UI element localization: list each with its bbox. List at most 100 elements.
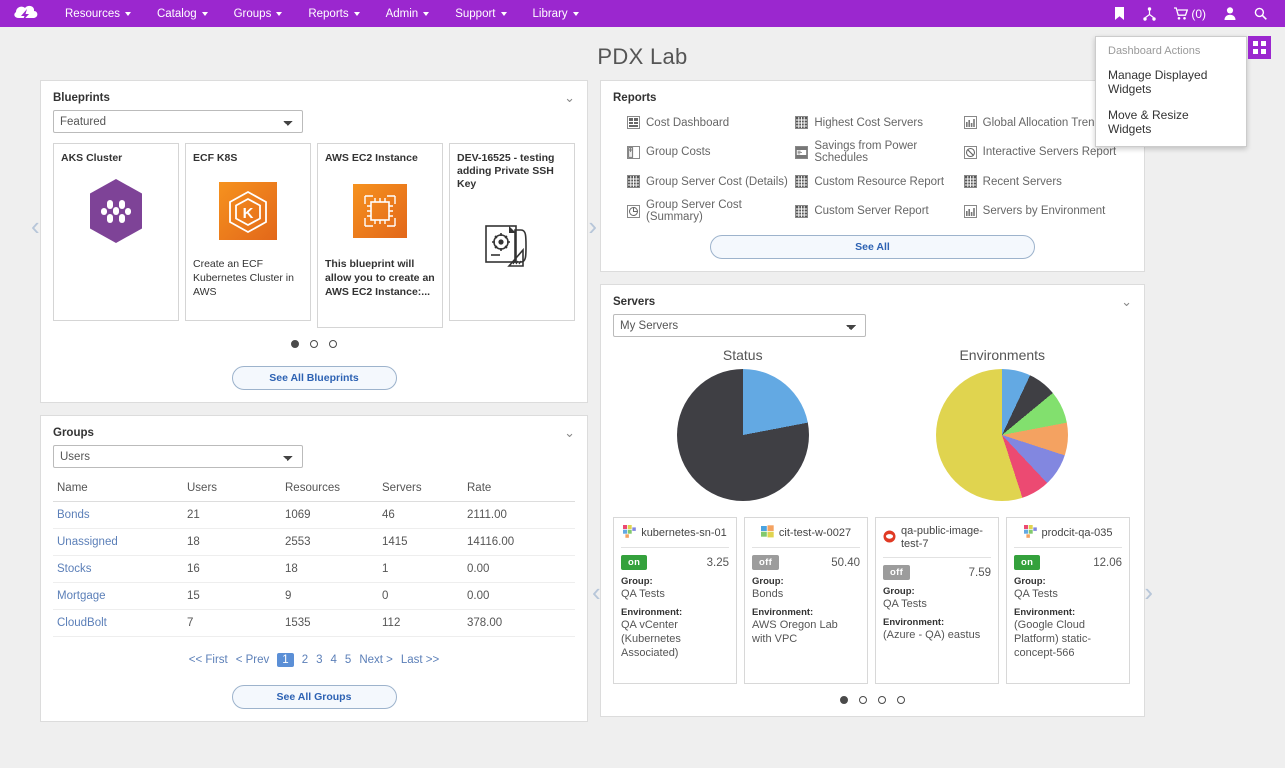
server-card[interactable]: kubernetes-sn-01 on 3.25 Group: QA Tests… bbox=[613, 517, 737, 684]
group-name-cell[interactable]: Mortgage bbox=[53, 583, 183, 610]
cloudbolt-logo[interactable] bbox=[0, 4, 52, 24]
blueprint-card[interactable]: ECF K8S K Create an ECF Kuber bbox=[185, 143, 311, 321]
menu-item-move-resize-widgets[interactable]: Move & Resize Widgets bbox=[1096, 102, 1246, 142]
group-name-cell[interactable]: CloudBolt bbox=[53, 610, 183, 637]
group-resources-cell: 9 bbox=[281, 583, 378, 610]
see-all-blueprints-button[interactable]: See All Blueprints bbox=[232, 366, 397, 390]
collapse-chevron-icon[interactable]: ⌄ bbox=[564, 91, 575, 104]
group-link[interactable]: CloudBolt bbox=[57, 617, 107, 629]
reports-grid: Cost Dashboard Highest Cost Servers Glob… bbox=[613, 116, 1132, 223]
report-link-recent-servers[interactable]: Recent Servers bbox=[964, 175, 1132, 188]
pager-last[interactable]: Last >> bbox=[401, 654, 439, 666]
bookmark-icon[interactable] bbox=[1106, 0, 1133, 27]
table-row: CloudBolt 7 1535 112 378.00 bbox=[53, 610, 575, 637]
servers-prev-arrow[interactable]: ‹ bbox=[592, 579, 601, 605]
pager-page-4[interactable]: 4 bbox=[331, 654, 337, 666]
report-link-group-costs[interactable]: Group Costs bbox=[627, 140, 795, 164]
blueprint-card[interactable]: DEV-16525 - testing adding Private SSH K… bbox=[449, 143, 575, 321]
report-link-cost-dashboard[interactable]: Cost Dashboard bbox=[627, 116, 795, 129]
report-label: Servers by Environment bbox=[983, 205, 1106, 217]
carousel-dot[interactable] bbox=[310, 340, 318, 348]
chevron-down-icon bbox=[501, 12, 507, 16]
server-card[interactable]: prodcit-qa-035 on 12.06 Group: QA Tests … bbox=[1006, 517, 1130, 684]
group-name-cell[interactable]: Bonds bbox=[53, 502, 183, 529]
pager-first[interactable]: << First bbox=[189, 654, 228, 666]
blueprint-card[interactable]: AWS EC2 Instance bbox=[317, 143, 443, 328]
group-resources-cell: 18 bbox=[281, 556, 378, 583]
carousel-dot[interactable] bbox=[840, 696, 848, 704]
carousel-dot[interactable] bbox=[859, 696, 867, 704]
blueprints-filter-select[interactable]: Featured bbox=[53, 110, 303, 133]
group-name-cell[interactable]: Stocks bbox=[53, 556, 183, 583]
servers-filter-select[interactable]: My Servers bbox=[613, 314, 866, 337]
collapse-chevron-icon[interactable]: ⌄ bbox=[564, 426, 575, 439]
servers-next-arrow[interactable]: › bbox=[1144, 579, 1153, 605]
widget-grid-button[interactable] bbox=[1248, 36, 1271, 59]
cart-icon[interactable]: (0) bbox=[1166, 0, 1214, 27]
nav-item-catalog[interactable]: Catalog bbox=[144, 0, 221, 27]
pager-page-1[interactable]: 1 bbox=[277, 653, 293, 667]
groups-widget: Groups ⌄ Users Name Users Resources Serv… bbox=[40, 415, 588, 722]
pager-page-5[interactable]: 5 bbox=[345, 654, 351, 666]
nav-item-resources[interactable]: Resources bbox=[52, 0, 144, 27]
group-link[interactable]: Stocks bbox=[57, 563, 92, 575]
carousel-dot[interactable] bbox=[878, 696, 886, 704]
pager-page-3[interactable]: 3 bbox=[316, 654, 322, 666]
see-all-reports-button[interactable]: See All bbox=[710, 235, 1035, 259]
nav-label: Support bbox=[455, 8, 495, 20]
nav-item-library[interactable]: Library bbox=[520, 0, 592, 27]
group-servers-cell: 1415 bbox=[378, 529, 463, 556]
nav-item-reports[interactable]: Reports bbox=[295, 0, 372, 27]
blueprint-card[interactable]: AKS Cluster bbox=[53, 143, 179, 321]
user-icon[interactable] bbox=[1216, 0, 1244, 27]
servers-title: Servers bbox=[613, 296, 655, 308]
report-link-group-server-cost-details[interactable]: Group Server Cost (Details) bbox=[627, 175, 795, 188]
group-link[interactable]: Bonds bbox=[57, 509, 90, 521]
blueprints-prev-arrow[interactable]: ‹ bbox=[31, 213, 40, 239]
orchestration-icon[interactable] bbox=[1135, 0, 1164, 27]
column-header-rate: Rate bbox=[463, 478, 575, 502]
group-link[interactable]: Mortgage bbox=[57, 590, 106, 602]
carousel-dot[interactable] bbox=[329, 340, 337, 348]
column-header-users: Users bbox=[183, 478, 281, 502]
see-all-groups-button[interactable]: See All Groups bbox=[232, 685, 397, 709]
pager-prev[interactable]: < Prev bbox=[236, 654, 270, 666]
search-icon[interactable] bbox=[1246, 0, 1275, 27]
pager-page-2[interactable]: 2 bbox=[302, 654, 308, 666]
carousel-dot[interactable] bbox=[291, 340, 299, 348]
nav-item-groups[interactable]: Groups bbox=[221, 0, 296, 27]
server-card[interactable]: qa-public-image-test-7 off 7.59 Group: Q… bbox=[875, 517, 999, 684]
blueprints-next-arrow[interactable]: › bbox=[588, 213, 597, 239]
nav-label: Resources bbox=[65, 8, 120, 20]
blueprint-doc-icon bbox=[457, 209, 567, 285]
server-status-row: off 50.40 bbox=[752, 555, 860, 570]
report-link-group-server-cost-summary[interactable]: Group Server Cost (Summary) bbox=[627, 199, 795, 223]
groups-filter-select[interactable]: Users bbox=[53, 445, 303, 468]
blueprints-header: Blueprints ⌄ bbox=[41, 81, 587, 110]
server-card[interactable]: cit-test-w-0027 off 50.40 Group: Bonds E… bbox=[744, 517, 868, 684]
blueprints-title: Blueprints bbox=[53, 92, 110, 104]
groups-pagination: << First < Prev 1 2 3 4 5 Next > Last >> bbox=[53, 653, 575, 667]
collapse-chevron-icon[interactable]: ⌄ bbox=[1121, 295, 1132, 308]
environments-pie-chart: Environments bbox=[873, 347, 1133, 501]
group-rate-cell: 378.00 bbox=[463, 610, 575, 637]
report-link-savings-from-power-schedules[interactable]: Savings from Power Schedules bbox=[795, 140, 963, 164]
nav-item-support[interactable]: Support bbox=[442, 0, 519, 27]
group-users-cell: 21 bbox=[183, 502, 281, 529]
reports-title: Reports bbox=[613, 92, 656, 104]
nav-item-admin[interactable]: Admin bbox=[373, 0, 443, 27]
carousel-dot[interactable] bbox=[897, 696, 905, 704]
pager-next[interactable]: Next > bbox=[359, 654, 393, 666]
group-link[interactable]: Unassigned bbox=[57, 536, 118, 548]
group-name-cell[interactable]: Unassigned bbox=[53, 529, 183, 556]
report-link-custom-server-report[interactable]: Custom Server Report bbox=[795, 199, 963, 223]
column-header-name: Name bbox=[53, 478, 183, 502]
report-link-servers-by-environment[interactable]: Servers by Environment bbox=[964, 199, 1132, 223]
trend-icon bbox=[964, 205, 977, 218]
report-label: Highest Cost Servers bbox=[814, 117, 923, 129]
menu-item-manage-displayed-widgets[interactable]: Manage Displayed Widgets bbox=[1096, 62, 1246, 102]
report-link-highest-cost-servers[interactable]: Highest Cost Servers bbox=[795, 116, 963, 129]
table-row: Bonds 21 1069 46 2111.00 bbox=[53, 502, 575, 529]
groups-header: Groups ⌄ bbox=[41, 416, 587, 445]
report-link-custom-resource-report[interactable]: Custom Resource Report bbox=[795, 175, 963, 188]
